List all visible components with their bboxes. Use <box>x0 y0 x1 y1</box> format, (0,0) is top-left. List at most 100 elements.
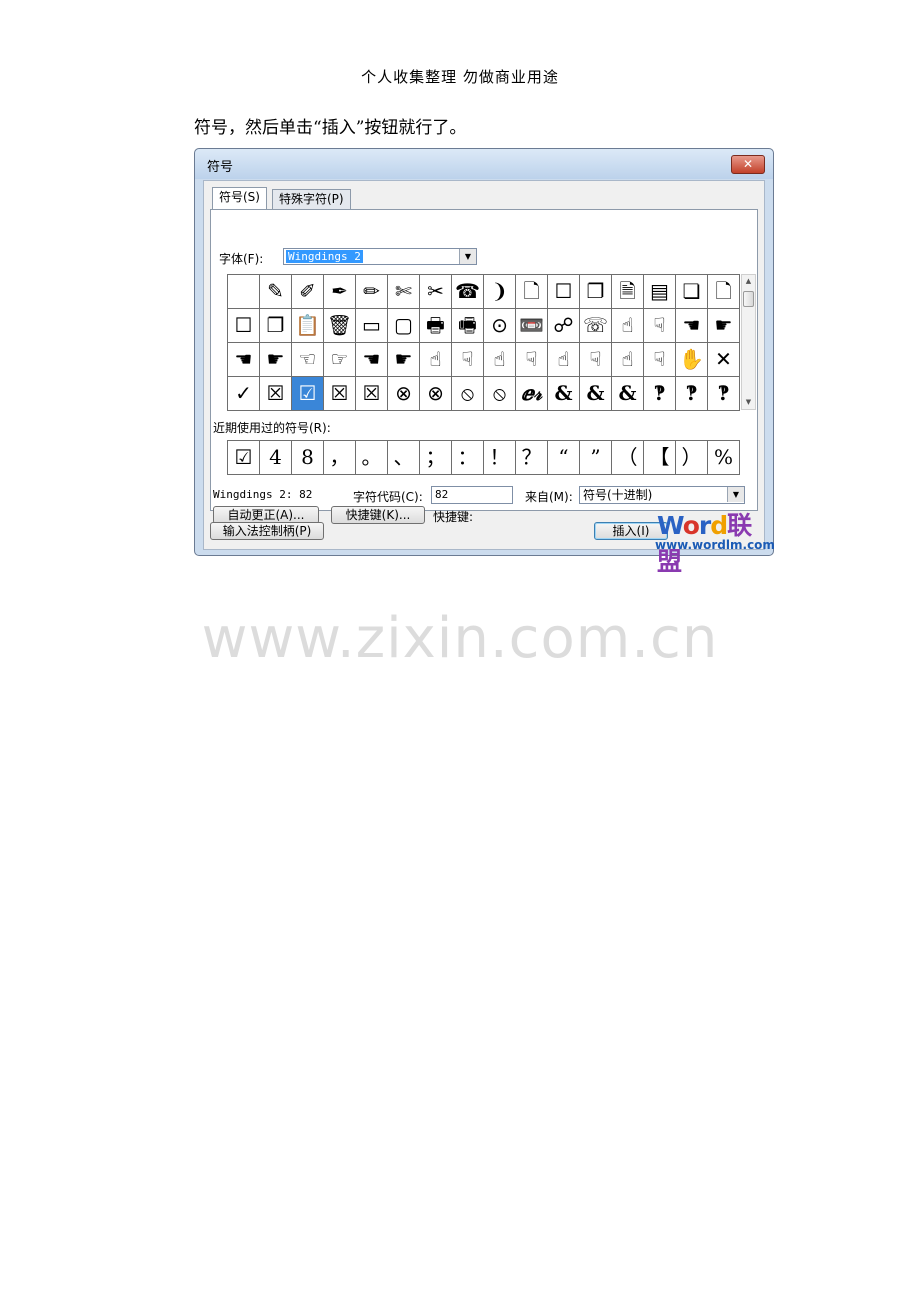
symbol-cell[interactable]: 🗎 <box>612 275 644 309</box>
recent-symbol-cell[interactable]: ， <box>324 441 356 475</box>
symbol-cell[interactable]: ❩ <box>484 275 516 309</box>
recent-symbol-cell[interactable]: 、 <box>388 441 420 475</box>
recent-symbol-cell[interactable]: ） <box>676 441 708 475</box>
symbol-cell[interactable]: ☑ <box>292 377 324 411</box>
recent-symbol-cell[interactable]: ？ <box>516 441 548 475</box>
symbol-cell[interactable]: ☝ <box>612 343 644 377</box>
symbol-cell[interactable]: ☞ <box>324 343 356 377</box>
symbol-cell[interactable]: ✒ <box>324 275 356 309</box>
symbol-cell[interactable]: & <box>580 377 612 411</box>
from-select[interactable]: 符号(十进制) ▼ <box>579 486 745 504</box>
recent-symbol-cell[interactable]: 。 <box>356 441 388 475</box>
symbol-cell[interactable]: ☐ <box>548 275 580 309</box>
recent-symbol-cell[interactable]: ： <box>452 441 484 475</box>
symbol-cell[interactable]: & <box>548 377 580 411</box>
symbol-cell[interactable]: ❐ <box>580 275 612 309</box>
symbol-dialog: 符号 ✕ 符号(S) 特殊字符(P) 字体(F): Wingdings 2 ▼ … <box>194 148 775 576</box>
recent-symbol-cell[interactable]: （ <box>612 441 644 475</box>
symbol-cell[interactable]: ‽ <box>708 377 740 411</box>
symbol-cell[interactable]: ✐ <box>292 275 324 309</box>
symbol-cell[interactable]: ☟ <box>644 343 676 377</box>
symbol-cell[interactable]: ‽ <box>676 377 708 411</box>
symbol-cell[interactable]: ☛ <box>388 343 420 377</box>
site-watermark: www.zixin.com.cn <box>201 606 719 671</box>
symbol-cell[interactable]: 📼 <box>516 309 548 343</box>
symbol-cell[interactable]: ⅇ𝓇 <box>516 377 548 411</box>
shortcut-key-button[interactable]: 快捷键(K)... <box>331 506 425 524</box>
from-dropdown-button[interactable]: ▼ <box>727 487 744 502</box>
symbol-cell[interactable]: ☝ <box>420 343 452 377</box>
recent-symbol-cell[interactable]: 8 <box>292 441 324 475</box>
symbol-cell[interactable]: ‽ <box>644 377 676 411</box>
symbol-cell[interactable]: ☏ <box>580 309 612 343</box>
scroll-thumb[interactable] <box>743 291 754 307</box>
recent-symbol-cell[interactable]: ； <box>420 441 452 475</box>
symbol-cell[interactable]: ☐ <box>228 309 260 343</box>
symbol-cell[interactable]: ✄ <box>388 275 420 309</box>
recent-symbol-cell[interactable]: “ <box>548 441 580 475</box>
symbol-cell[interactable]: ☚ <box>676 309 708 343</box>
ime-control-button[interactable]: 输入法控制柄(P) <box>210 522 324 540</box>
symbol-cell[interactable]: ☛ <box>708 309 740 343</box>
tab-special-characters[interactable]: 特殊字符(P) <box>272 189 351 209</box>
symbol-cell[interactable]: ☟ <box>644 309 676 343</box>
symbol-cell[interactable]: ☚ <box>356 343 388 377</box>
symbol-cell[interactable]: ☒ <box>324 377 356 411</box>
symbol-cell[interactable]: ⊗ <box>388 377 420 411</box>
tab-symbols[interactable]: 符号(S) <box>212 187 267 209</box>
symbol-cell[interactable] <box>228 275 260 309</box>
symbol-cell[interactable]: ☟ <box>516 343 548 377</box>
dialog-titlebar[interactable]: 符号 ✕ <box>195 149 773 179</box>
symbol-cell[interactable]: ☛ <box>260 343 292 377</box>
recent-symbol-cell[interactable]: ！ <box>484 441 516 475</box>
font-dropdown-button[interactable]: ▼ <box>459 249 476 264</box>
symbol-cell[interactable]: ▢ <box>388 309 420 343</box>
symbol-cell[interactable]: ☎ <box>452 275 484 309</box>
symbol-cell[interactable]: ❏ <box>676 275 708 309</box>
symbol-cell[interactable]: 🗋 <box>708 275 740 309</box>
symbol-cell[interactable]: ☜ <box>292 343 324 377</box>
symbol-cell[interactable]: ⦸ <box>452 377 484 411</box>
character-name: Wingdings 2: 82 <box>213 488 313 501</box>
symbol-cell[interactable]: ☍ <box>548 309 580 343</box>
symbol-cell[interactable]: ☚ <box>228 343 260 377</box>
symbol-cell[interactable]: 🖷 <box>452 309 484 343</box>
recent-symbol-cell[interactable]: ☑ <box>228 441 260 475</box>
symbol-cell[interactable]: ⦸ <box>484 377 516 411</box>
symbol-cell[interactable]: ☟ <box>580 343 612 377</box>
from-label: 来自(M): <box>525 490 573 504</box>
symbol-cell[interactable]: 🖶 <box>420 309 452 343</box>
symbol-cell[interactable]: 📋 <box>292 309 324 343</box>
symbol-cell[interactable]: ⊙ <box>484 309 516 343</box>
symbol-cell[interactable]: ✕ <box>708 343 740 377</box>
symbol-grid-scrollbar[interactable]: ▲ ▼ <box>741 274 756 410</box>
recent-symbol-cell[interactable]: ” <box>580 441 612 475</box>
recent-symbol-cell[interactable]: 【 <box>644 441 676 475</box>
symbol-cell[interactable]: ✂ <box>420 275 452 309</box>
symbol-cell[interactable]: ✋ <box>676 343 708 377</box>
character-code-input[interactable]: 82 <box>431 486 513 504</box>
symbol-cell[interactable]: ☒ <box>356 377 388 411</box>
scroll-up-icon[interactable]: ▲ <box>742 275 755 288</box>
symbol-cell[interactable]: ☝ <box>484 343 516 377</box>
symbol-cell[interactable]: ⊗ <box>420 377 452 411</box>
symbol-cell[interactable]: & <box>612 377 644 411</box>
recent-symbol-cell[interactable]: 4 <box>260 441 292 475</box>
symbol-cell[interactable]: ✏ <box>356 275 388 309</box>
close-button[interactable]: ✕ <box>731 155 765 174</box>
symbol-cell[interactable]: 🗑 <box>324 309 356 343</box>
symbol-cell[interactable]: ☟ <box>452 343 484 377</box>
symbol-cell[interactable]: ▭ <box>356 309 388 343</box>
symbol-cell[interactable]: ▤ <box>644 275 676 309</box>
symbol-cell[interactable]: ❐ <box>260 309 292 343</box>
symbol-cell[interactable]: 🗋 <box>516 275 548 309</box>
font-label: 字体(F): <box>219 252 264 266</box>
symbol-cell[interactable]: ✎ <box>260 275 292 309</box>
scroll-down-icon[interactable]: ▼ <box>742 396 755 409</box>
symbol-cell[interactable]: ☝ <box>548 343 580 377</box>
recent-symbol-cell[interactable]: % <box>708 441 740 475</box>
font-select[interactable]: Wingdings 2 ▼ <box>283 248 477 265</box>
symbol-cell[interactable]: ☝ <box>612 309 644 343</box>
symbol-cell[interactable]: ☒ <box>260 377 292 411</box>
symbol-cell[interactable]: ✓ <box>228 377 260 411</box>
